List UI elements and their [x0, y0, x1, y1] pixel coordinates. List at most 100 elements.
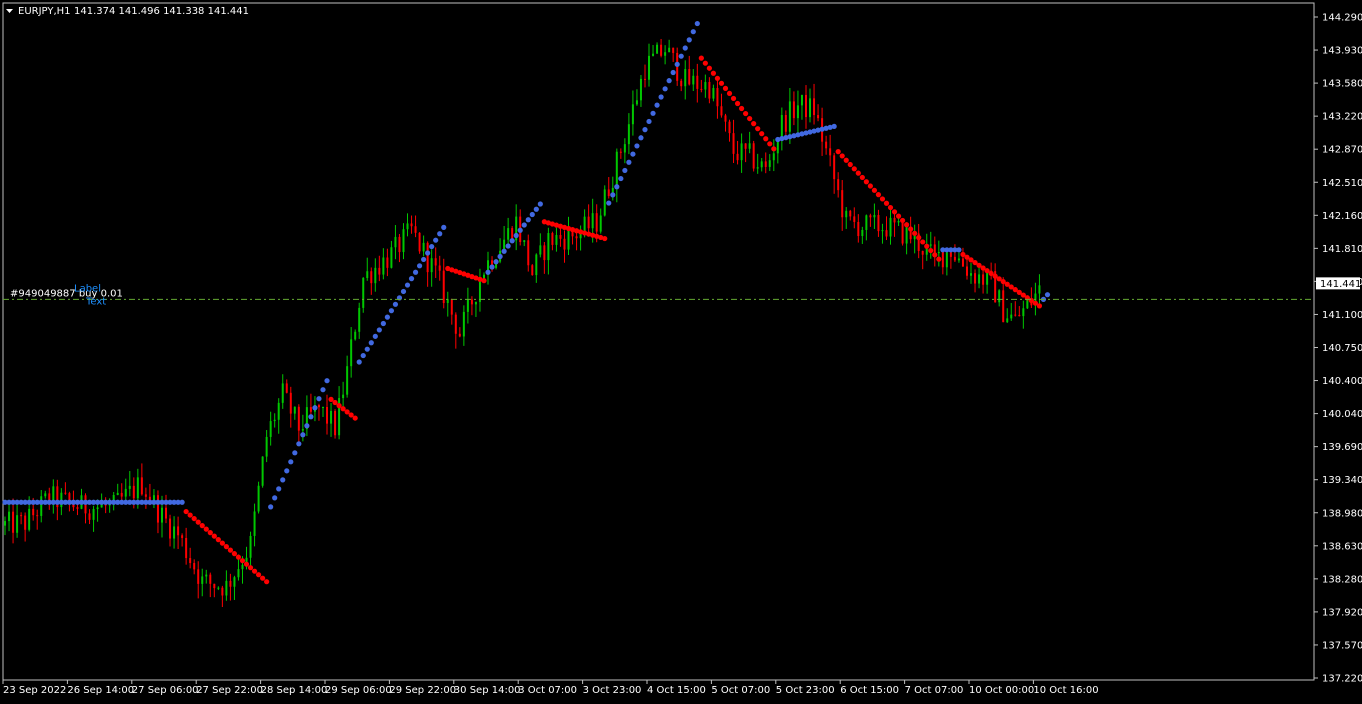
- candle-body: [531, 265, 534, 276]
- candle-body: [575, 236, 578, 239]
- indicator-dot-down: [235, 554, 242, 560]
- candle-body: [390, 247, 393, 268]
- candle-body: [261, 456, 264, 486]
- indicator-dot-up: [412, 269, 419, 275]
- current-price-tag: 141.441: [1316, 277, 1361, 290]
- indicator-dot-up: [505, 243, 511, 249]
- indicator-dot-down: [1036, 303, 1043, 309]
- indicator-dot-up: [622, 167, 628, 174]
- price-tick-label: 137.920: [1322, 607, 1362, 618]
- indicator-dot-down: [883, 200, 890, 206]
- candle-body: [466, 299, 469, 312]
- candle-body: [96, 507, 99, 510]
- candle-body: [458, 333, 461, 337]
- candle-body: [1026, 299, 1029, 309]
- price-tick-label: 143.580: [1322, 79, 1362, 90]
- candle-body: [197, 569, 200, 584]
- indicator-dot-down: [481, 278, 487, 284]
- indicator-dot-down: [916, 235, 922, 241]
- candle-body: [982, 274, 985, 285]
- candle-body: [301, 429, 304, 431]
- candle-body: [764, 161, 767, 167]
- candle-body: [1022, 308, 1025, 317]
- indicator-dot-down: [912, 230, 918, 236]
- candle-body: [257, 485, 260, 512]
- candle-body: [28, 508, 31, 530]
- indicator-dot-up: [650, 110, 656, 116]
- indicator-dot-down: [859, 174, 865, 181]
- candle-body: [708, 81, 711, 99]
- indicator-dot-down: [251, 568, 258, 574]
- candle-body: [185, 537, 188, 559]
- price-axis: 144.290 143.930 143.580 143.220 142.870 142.5…: [1314, 13, 1362, 685]
- candle-body: [813, 98, 816, 116]
- price-tick-label: 139.690: [1322, 442, 1362, 453]
- indicator-dot-up: [400, 288, 407, 295]
- candle-body: [901, 221, 904, 244]
- indicator-dot-down: [763, 136, 769, 142]
- candle-body: [748, 143, 751, 149]
- chart-container[interactable]: #949049887 buy 0.01 Label Text 144.290 14…: [0, 0, 1362, 700]
- candle-body: [442, 270, 445, 304]
- candle-body: [1002, 290, 1005, 323]
- indicator-dot-up: [320, 387, 326, 393]
- price-tick-label: 143.220: [1322, 112, 1362, 123]
- indicator-dot-down: [751, 121, 757, 127]
- candle-body: [933, 244, 936, 254]
- price-chart[interactable]: #949049887 buy 0.01 Label Text 144.29014…: [0, 0, 1362, 700]
- indicator-dot-up: [404, 282, 411, 288]
- candle-body: [978, 274, 981, 284]
- indicator-dot-up: [618, 175, 624, 182]
- candle-body: [346, 366, 349, 395]
- indicator-dot-down: [187, 512, 193, 518]
- candle-body: [965, 266, 968, 276]
- indicator-dot-down: [936, 256, 942, 262]
- candle-body: [16, 515, 19, 533]
- indicator-dot-down: [260, 575, 266, 581]
- candle-body: [861, 229, 864, 237]
- candle-body: [265, 436, 268, 457]
- text-object[interactable]: Text: [85, 296, 106, 307]
- indicator-dot-up: [485, 269, 491, 275]
- candle-body: [623, 144, 626, 153]
- candle-body: [857, 221, 860, 237]
- candle-body: [652, 53, 655, 56]
- indicator-dot-up: [509, 238, 515, 244]
- candle-body: [619, 151, 622, 153]
- indicator-dot-up: [626, 159, 632, 165]
- indicator-dot-down: [924, 243, 930, 249]
- label-object[interactable]: Label: [74, 283, 101, 294]
- indicator-dot-up: [831, 123, 837, 129]
- triangle-down-icon[interactable]: [6, 9, 13, 13]
- candle-body: [237, 569, 240, 578]
- candle-body: [712, 88, 715, 99]
- indicator-dot-down: [835, 149, 841, 155]
- candle-body: [293, 406, 296, 414]
- symbol-timeframe: EURJPY,H1: [18, 6, 71, 17]
- indicator-dot-down: [239, 558, 246, 564]
- indicator-dot-up: [392, 301, 399, 307]
- indicator-dot-down: [264, 579, 270, 585]
- price-tick-label: 142.160: [1322, 211, 1362, 222]
- candle-body: [289, 392, 292, 414]
- candle-body: [897, 221, 900, 223]
- indicator-dot-up: [682, 45, 688, 51]
- candle-body: [321, 406, 324, 408]
- candle-body: [627, 124, 630, 145]
- candle-body: [160, 507, 163, 523]
- candle-body: [841, 190, 844, 218]
- candle-body: [583, 216, 586, 232]
- candle-body: [430, 258, 433, 273]
- indicator-dot-up: [638, 135, 644, 141]
- indicator-dot-down: [847, 161, 853, 168]
- candle-body: [76, 507, 79, 509]
- candle-body: [732, 133, 735, 154]
- indicator-dot-down: [875, 192, 882, 198]
- candle-body: [233, 577, 236, 587]
- indicator-dot-up: [296, 441, 302, 447]
- candle-body: [551, 233, 554, 245]
- candle-body: [648, 55, 651, 80]
- candle-body: [796, 105, 799, 119]
- candle-body: [334, 410, 337, 436]
- price-tick-label: 137.220: [1322, 674, 1362, 685]
